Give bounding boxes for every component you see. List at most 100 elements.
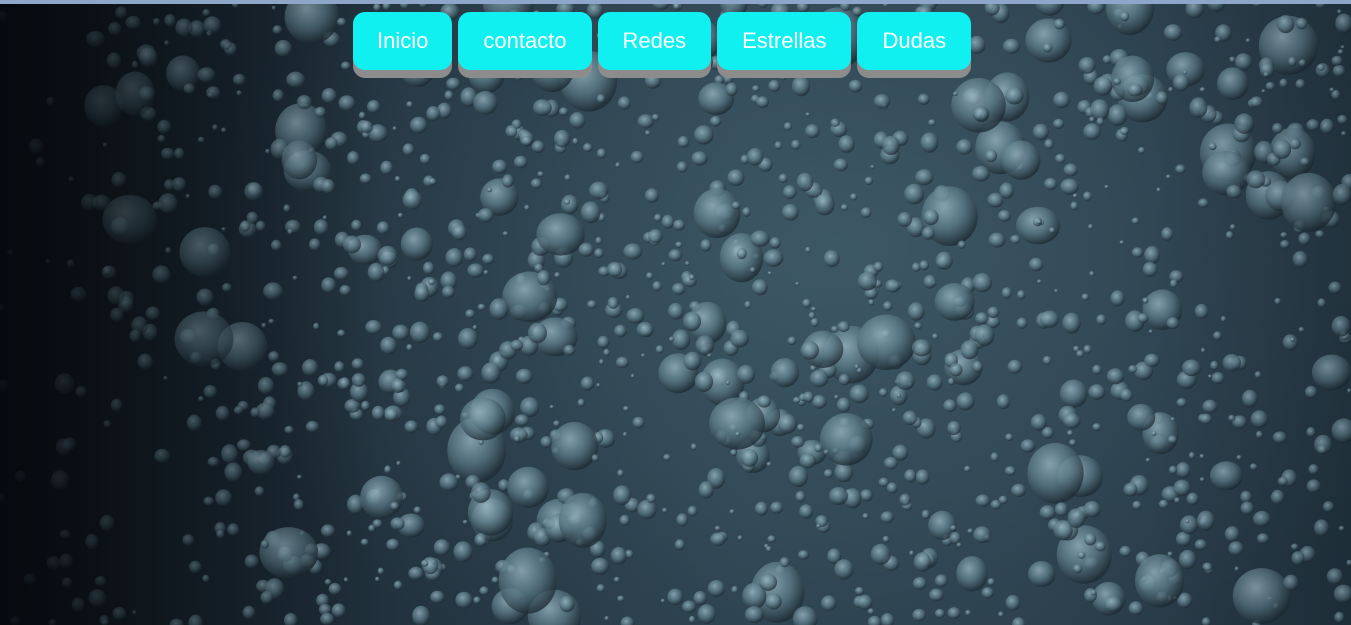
droplet — [836, 397, 851, 413]
nav-button-redes[interactable]: Redes — [597, 12, 712, 70]
droplet — [99, 514, 115, 532]
droplet — [153, 18, 160, 25]
droplet — [1089, 116, 1095, 123]
droplet — [1234, 53, 1253, 71]
droplet — [744, 301, 752, 309]
droplet — [279, 445, 292, 458]
droplet — [788, 465, 809, 487]
droplet — [596, 584, 606, 593]
droplet — [915, 169, 934, 186]
droplet — [367, 100, 381, 114]
droplet — [652, 281, 662, 292]
droplet — [203, 385, 217, 399]
droplet — [857, 314, 916, 370]
droplet — [0, 303, 5, 311]
droplet — [1331, 418, 1351, 443]
droplet — [413, 506, 422, 514]
nav-button-contacto[interactable]: contacto — [458, 12, 592, 70]
droplet — [206, 86, 221, 99]
droplet — [972, 273, 993, 293]
droplet — [791, 139, 801, 150]
droplet — [698, 481, 714, 499]
droplet — [1090, 589, 1097, 596]
droplet — [1174, 497, 1181, 504]
droplet — [1250, 96, 1263, 108]
droplet — [606, 261, 623, 277]
droplet — [451, 224, 467, 241]
droplet — [102, 265, 112, 275]
droplet — [778, 414, 797, 434]
droplet — [981, 587, 994, 599]
droplet — [892, 408, 897, 413]
droplet — [800, 341, 819, 360]
droplet — [714, 525, 721, 531]
nav-button-estrellas[interactable]: Estrellas — [717, 12, 852, 70]
droplet — [465, 309, 475, 319]
droplet — [186, 414, 202, 431]
droplet — [1188, 452, 1195, 459]
droplet — [1142, 262, 1158, 277]
droplet — [165, 247, 172, 254]
droplet — [1226, 184, 1242, 199]
droplet — [342, 235, 361, 254]
droplet — [1298, 59, 1306, 67]
droplet — [1004, 466, 1016, 476]
droplet — [1217, 67, 1249, 100]
droplet — [687, 505, 698, 517]
droplet — [189, 560, 202, 574]
droplet — [782, 185, 797, 199]
droplet — [996, 394, 1011, 410]
droplet — [749, 267, 756, 273]
droplet — [815, 193, 835, 216]
droplet — [1169, 279, 1178, 288]
droplet — [923, 274, 937, 289]
droplet — [956, 392, 975, 411]
droplet — [293, 499, 304, 511]
nav-button-dudas[interactable]: Dudas — [857, 12, 972, 70]
droplet — [1314, 519, 1329, 537]
droplet — [838, 373, 850, 386]
droplet — [392, 126, 397, 131]
droplet — [224, 462, 243, 482]
droplet — [1320, 118, 1334, 135]
droplet — [390, 517, 405, 531]
droplet — [61, 577, 73, 588]
droplet — [998, 210, 1011, 222]
droplet — [599, 359, 604, 365]
droplet — [1180, 515, 1199, 535]
droplet — [911, 262, 921, 272]
droplet — [563, 344, 575, 356]
droplet — [911, 339, 932, 357]
droplet — [220, 39, 232, 50]
droplet — [682, 600, 697, 613]
droplet — [208, 184, 223, 199]
droplet — [472, 325, 478, 330]
droplet — [912, 577, 927, 590]
droplet — [956, 139, 973, 155]
nav-button-inicio[interactable]: Inicio — [353, 12, 453, 70]
droplet — [926, 374, 943, 391]
droplet — [1092, 364, 1102, 375]
droplet — [811, 395, 827, 409]
droplet — [1138, 147, 1145, 154]
droplet — [445, 248, 464, 267]
droplet — [1253, 510, 1271, 527]
droplet — [1282, 334, 1298, 351]
droplet — [1306, 479, 1321, 493]
droplet — [1083, 501, 1101, 518]
droplet — [1317, 63, 1325, 71]
droplet — [66, 259, 75, 268]
droplet — [145, 306, 160, 320]
droplet — [164, 40, 169, 46]
droplet — [1290, 337, 1295, 343]
droplet — [1331, 55, 1343, 66]
droplet — [956, 542, 962, 548]
droplet — [492, 159, 508, 174]
droplet — [765, 593, 782, 610]
droplet — [886, 482, 898, 494]
droplet — [617, 595, 625, 602]
droplet — [1186, 492, 1199, 506]
droplet — [757, 395, 772, 408]
droplet — [653, 213, 662, 222]
droplet — [453, 541, 473, 563]
